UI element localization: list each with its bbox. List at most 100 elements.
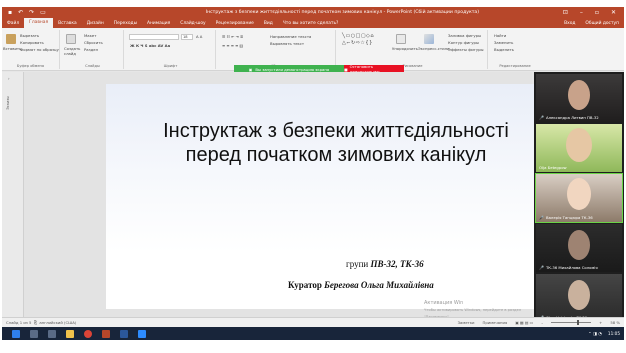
participant-name-row: Olja Беtegpow [539, 165, 567, 170]
clock[interactable]: 11:05 [608, 331, 620, 336]
slide-curator-line[interactable]: Куратор Берегова Ольга Михайлівна [288, 280, 434, 290]
font-name-box[interactable] [129, 34, 179, 40]
font-group: 18 Ж К Ч S abc AV Aa A A Шрифт [126, 30, 216, 69]
new-slide-icon[interactable] [66, 34, 76, 44]
participant-name-row: 🎤 Валерія Танцюра ТК-36 [539, 215, 593, 220]
minimize-icon[interactable]: – [580, 9, 583, 16]
clipboard-label: Буфер обмена [16, 64, 45, 68]
shapes-gallery-row2-icon[interactable]: △⌐↻⇨☆{} [342, 40, 373, 46]
thumbnails-pane[interactable]: › Эскизы [2, 72, 24, 317]
tell-me-search[interactable]: Что вы хотите сделать? [278, 21, 344, 26]
shape-outline-button[interactable]: Контур фигуры [448, 40, 479, 45]
tab-view[interactable]: Вид [259, 21, 278, 26]
tab-insert[interactable]: Вставка [53, 21, 82, 26]
tab-transitions[interactable]: Переходы [109, 21, 142, 26]
tab-animations[interactable]: Анимация [142, 21, 175, 26]
zoom-level[interactable]: 58 % [610, 320, 620, 325]
zoom-icon[interactable] [138, 329, 146, 338]
text-direction-button[interactable]: Направление текста [270, 34, 311, 39]
quick-styles-button[interactable]: Экспресс-стили [418, 46, 449, 51]
tray-icons[interactable]: ⌃ ◨ ◔ [588, 331, 602, 336]
align-icon[interactable]: ≡ ≡ ≡ ≡ ▥ [222, 43, 243, 48]
system-tray: ⌃ ◨ ◔ 11:05 [588, 331, 620, 336]
quick-styles-icon[interactable] [424, 34, 434, 44]
chrome-icon[interactable] [84, 329, 92, 338]
participant-tile[interactable]: 🎤 Александра Литвин ПВ-32 [536, 74, 622, 122]
paste-button[interactable]: Вставить [3, 46, 21, 51]
shape-effects-button[interactable]: Эффекты фигуры [448, 47, 484, 52]
grow-font-icon[interactable]: A A [196, 34, 202, 39]
spellcheck-icon[interactable]: ⎘ [33, 320, 38, 325]
paragraph-group: ☰ ☷ ⇤ ⇥ ≣ Направление текста Выровнять т… [218, 30, 336, 69]
zoom-out-icon[interactable]: – [541, 320, 543, 325]
participant-tile-active[interactable]: 🎤 Валерія Танцюра ТК-36 [535, 173, 623, 223]
language-indicator[interactable]: английский (США) [39, 320, 76, 325]
slide-group-line[interactable]: групи ПВ-32, ТК-36 [346, 259, 424, 269]
participants-panel: 🎤 Александра Литвин ПВ-32 Olja Беtegpow … [534, 72, 624, 327]
title-bar: ▪ ↶ ↷ ▭ Інструктаж з безпеки життєдіяльн… [2, 7, 624, 18]
maximize-icon[interactable]: ▫ [595, 9, 599, 16]
share-button[interactable]: Общий доступ [580, 21, 624, 26]
cut-button[interactable]: Вырезать [20, 33, 39, 38]
font-label: Шрифт [163, 64, 178, 68]
replace-button[interactable]: Заменить [494, 40, 513, 45]
participant-name: Валерія Танцюра ТК-36 [545, 215, 593, 220]
zoom-in-icon[interactable]: + [599, 320, 602, 325]
powerpoint-window: ▪ ↶ ↷ ▭ Інструктаж з безпеки життєдіяльн… [2, 7, 624, 340]
arrange-icon[interactable] [396, 34, 406, 44]
powerpoint-icon[interactable] [102, 329, 110, 338]
undo-icon[interactable]: ↶ [18, 9, 23, 16]
participant-video [567, 178, 591, 210]
shape-fill-button[interactable]: Заливка фигуры [448, 33, 481, 38]
font-size-box[interactable]: 18 [181, 34, 193, 40]
section-button[interactable]: Раздел [84, 47, 98, 52]
search-icon[interactable] [30, 329, 38, 338]
status-left: Слайд 1 из 5 ⎘ английский (США) [2, 320, 202, 325]
copy-button[interactable]: Копировать [20, 40, 44, 45]
layout-button[interactable]: Макет [84, 33, 96, 38]
word-icon[interactable] [120, 329, 128, 338]
explorer-icon[interactable] [66, 329, 74, 338]
present-icon[interactable]: ▭ [40, 9, 46, 16]
participant-tile[interactable]: 🎤 ТК-36 Михайлова Соломія [536, 224, 622, 272]
slide-title[interactable]: Інструктаж з безпеки життєдіяльності пер… [136, 119, 534, 167]
tab-home[interactable]: Главная [24, 18, 54, 28]
align-text-button[interactable]: Выровнять текст [270, 41, 304, 46]
close-icon[interactable]: ✕ [611, 9, 616, 16]
paste-icon[interactable] [6, 34, 16, 44]
notes-button[interactable]: Заметки [458, 320, 475, 325]
participant-name: Olja Беtegpow [539, 165, 567, 170]
new-slide-button[interactable]: Создать слайд [64, 46, 82, 56]
mic-muted-icon: 🎤 [539, 115, 544, 120]
expand-thumbnails-icon[interactable]: › [8, 76, 10, 81]
curator-prefix: Куратор [288, 280, 322, 290]
tab-design[interactable]: Дизайн [82, 21, 109, 26]
slide-canvas[interactable]: Інструктаж з безпеки життєдіяльності пер… [106, 84, 534, 309]
zoom-slider[interactable] [551, 320, 592, 325]
share-screen-icon: ▣ [248, 66, 253, 72]
quick-access-toolbar: ▪ ↶ ↷ ▭ [2, 9, 122, 16]
format-painter-button[interactable]: Формат по образцу [20, 47, 59, 52]
normal-view-icon[interactable]: ▣ ▦ ▤ ▭ [515, 320, 533, 325]
signin-link[interactable]: Вход [559, 21, 580, 26]
participant-tile[interactable]: Olja Беtegpow [536, 124, 622, 172]
participant-tile[interactable]: 🎤 Olga Volchenko TK-36 [536, 274, 622, 322]
participant-name-row: 🎤 ТК-36 Михайлова Соломія [539, 265, 598, 270]
comments-button[interactable]: Примечания [483, 320, 508, 325]
bullets-icon[interactable]: ☰ ☷ ⇤ ⇥ ≣ [222, 34, 243, 39]
tab-file[interactable]: Файл [2, 21, 24, 26]
find-button[interactable]: Найти [494, 33, 506, 38]
arrange-button[interactable]: Упорядочить [392, 46, 418, 51]
select-button[interactable]: Выделить [494, 47, 514, 52]
ribbon-options-icon[interactable]: ⊡ [563, 9, 568, 16]
redo-icon[interactable]: ↷ [29, 9, 34, 16]
tab-review[interactable]: Рецензирование [211, 21, 259, 26]
shapes-gallery-icon[interactable]: ╲▭○□▢◇⌂ [342, 33, 374, 39]
reset-button[interactable]: Сбросить [84, 40, 103, 45]
task-view-icon[interactable] [48, 329, 56, 338]
start-icon[interactable] [12, 329, 20, 338]
slides-label: Слайды [85, 64, 100, 68]
bold-button[interactable]: Ж К Ч S abc AV Aa [130, 43, 170, 48]
save-icon[interactable]: ▪ [8, 9, 12, 16]
tab-slideshow[interactable]: Слайд-шоу [175, 21, 210, 26]
